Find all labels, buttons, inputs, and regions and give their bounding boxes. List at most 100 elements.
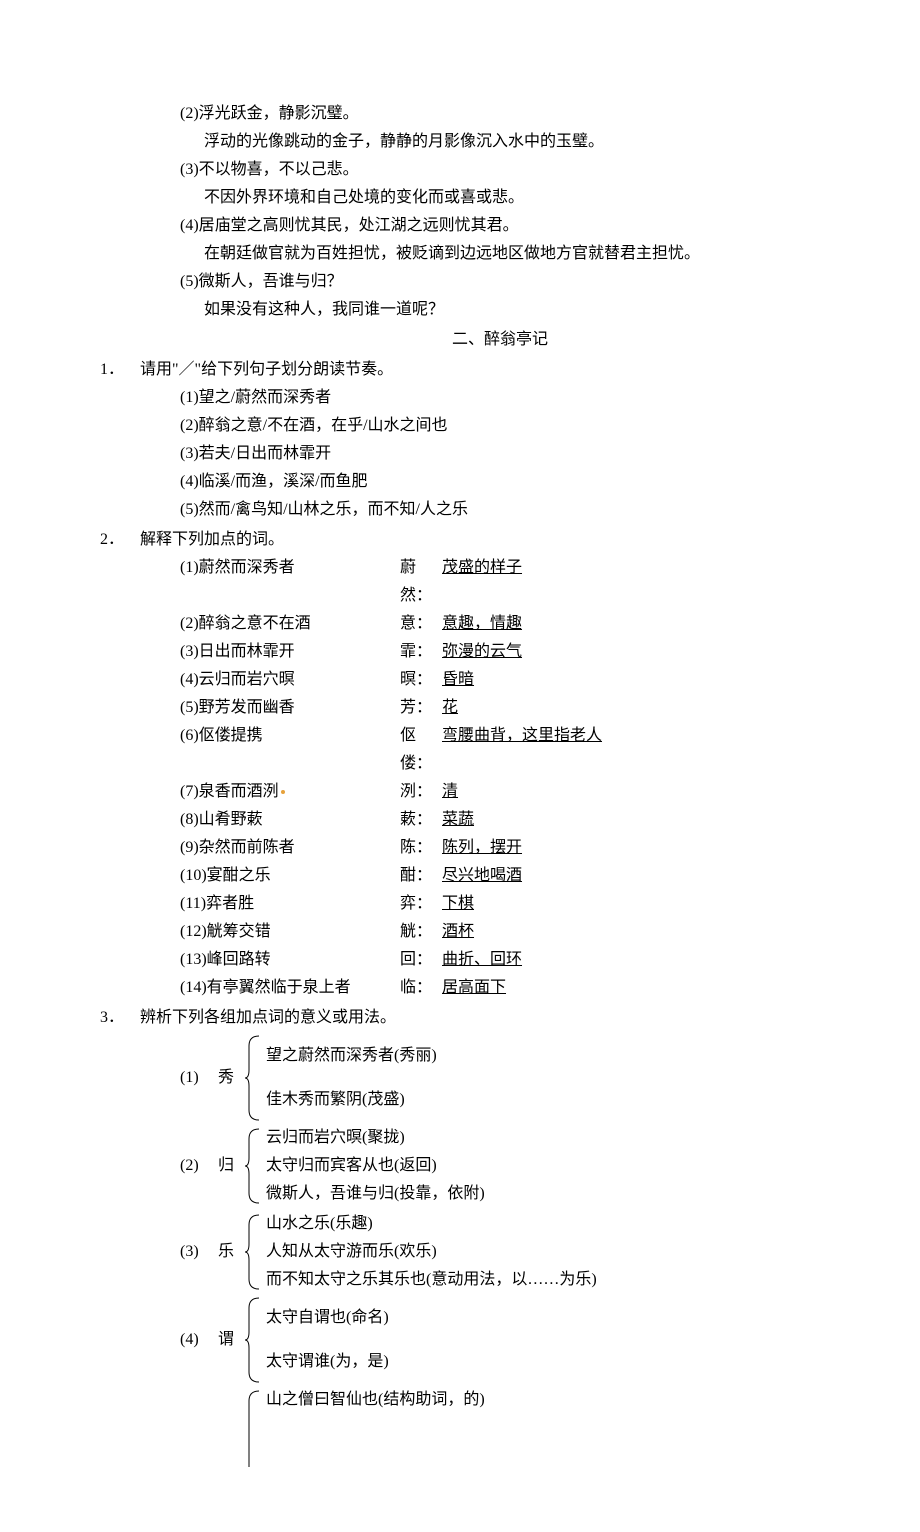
translation-text: 浮动的光像跳动的金子，静静的月影像沉入水中的玉璧。 — [140, 128, 860, 156]
keyword-label: 伛偻： — [400, 722, 442, 778]
group-number — [180, 1386, 214, 1470]
keyword-label: 觥： — [400, 918, 442, 946]
group-number: (4) — [180, 1296, 214, 1384]
analysis-group: 山之僧曰智仙也(结构助词，的) — [180, 1386, 860, 1470]
definition-value: 昏暗 — [442, 666, 860, 694]
term: (10)宴酣之乐 — [180, 862, 400, 890]
term: (6)伛偻提携 — [180, 722, 400, 750]
translation-item: (5)微斯人，吾谁与归？ — [140, 268, 860, 296]
keyword-label: 暝： — [400, 666, 442, 694]
analysis-group: (3)乐山水之乐(乐趣)人知从太守游而乐(欢乐)而不知太守之乐其乐也(意动用法，… — [180, 1210, 860, 1294]
keyword-label: 霏： — [400, 638, 442, 666]
definition-row: (8)山肴野蔌蔌：菜蔬 — [180, 806, 860, 834]
group-line: 佳木秀而繁阴(茂盛) — [266, 1086, 860, 1114]
term: (7)泉香而酒洌 — [180, 778, 400, 806]
definition-row: (3)日出而林霏开霏：弥漫的云气 — [180, 638, 860, 666]
term: (11)弈者胜 — [180, 890, 400, 918]
definition-value: 弥漫的云气 — [442, 638, 860, 666]
definition-row: (9)杂然而前陈者陈：陈列，摆开 — [180, 834, 860, 862]
brace — [242, 1296, 262, 1384]
list-item: (2)醉翁之意/不在酒，在乎/山水之间也 — [180, 412, 860, 440]
translation-item: (3)不以物喜，不以己悲。 — [140, 156, 860, 184]
definition-row: (13)峰回路转回：曲折、回环 — [180, 946, 860, 974]
definition-row: (7)泉香而酒洌洌：清 — [180, 778, 860, 806]
definition-value: 意趣，情趣 — [442, 610, 860, 638]
group-line: 太守自谓也(命名) — [266, 1304, 860, 1332]
question-number: 2． — [94, 526, 124, 554]
keyword-label: 临： — [400, 974, 442, 1002]
group-key: 乐 — [214, 1210, 242, 1294]
brace-icon — [243, 1034, 261, 1122]
group-key: 归 — [214, 1124, 242, 1208]
list-item: (3)若夫/日出而林霏开 — [180, 440, 860, 468]
definition-row: (2)醉翁之意不在酒意：意趣，情趣 — [180, 610, 860, 638]
group-lines: 望之蔚然而深秀者(秀丽) 佳木秀而繁阴(茂盛) — [262, 1034, 860, 1122]
q3-groups: (1)秀望之蔚然而深秀者(秀丽) 佳木秀而繁阴(茂盛) (2)归云归而岩穴暝(聚拢)… — [140, 1034, 860, 1470]
group-line: 太守谓谁(为，是) — [266, 1348, 860, 1376]
brace-icon — [243, 1213, 261, 1291]
question-stem: 请用"／"给下列句子划分朗读节奏。 — [140, 361, 393, 378]
brace-icon — [243, 1389, 261, 1467]
group-lines: 云归而岩穴暝(聚拢)太守归而宾客从也(返回)微斯人，吾谁与归(投靠，依附) — [262, 1124, 860, 1208]
group-line: 望之蔚然而深秀者(秀丽) — [266, 1042, 860, 1070]
list-item: (1)望之/蔚然而深秀者 — [180, 384, 860, 412]
definition-row: (10)宴酣之乐酣：尽兴地喝酒 — [180, 862, 860, 890]
term: (14)有亭翼然临于泉上者 — [180, 974, 400, 1002]
analysis-group: (2)归云归而岩穴暝(聚拢)太守归而宾客从也(返回)微斯人，吾谁与归(投靠，依附… — [180, 1124, 860, 1208]
keyword-label: 陈： — [400, 834, 442, 862]
term: (5)野芳发而幽香 — [180, 694, 400, 722]
group-number: (1) — [180, 1034, 214, 1122]
group-line: 微斯人，吾谁与归(投靠，依附) — [266, 1180, 860, 1208]
definition-row: (11)弈者胜弈：下棋 — [180, 890, 860, 918]
keyword-label: 蔚然： — [400, 554, 442, 610]
group-lines: 太守自谓也(命名) 太守谓谁(为，是) — [262, 1296, 860, 1384]
definition-value: 茂盛的样子 — [442, 554, 860, 582]
translation-text: 不因外界环境和自己处境的变化而或喜或悲。 — [140, 184, 860, 212]
definition-value: 菜蔬 — [442, 806, 860, 834]
keyword-label: 回： — [400, 946, 442, 974]
definition-row: (6)伛偻提携伛偻：弯腰曲背，这里指老人 — [180, 722, 860, 778]
q2-items: (1)蔚然而深秀者蔚然：茂盛的样子(2)醉翁之意不在酒意：意趣，情趣(3)日出而… — [140, 554, 860, 1002]
group-line: 云归而岩穴暝(聚拢) — [266, 1124, 860, 1152]
section-title: 二、醉翁亭记 — [140, 326, 860, 354]
brace — [242, 1124, 262, 1208]
question-1: 1．请用"／"给下列句子划分朗读节奏。 (1)望之/蔚然而深秀者(2)醉翁之意/… — [140, 356, 860, 524]
keyword-label: 洌： — [400, 778, 442, 806]
highlight-dot-icon — [281, 790, 285, 794]
group-line: 山之僧曰智仙也(结构助词，的) — [266, 1386, 860, 1414]
group-number: (3) — [180, 1210, 214, 1294]
definition-row: (5)野芳发而幽香芳：花 — [180, 694, 860, 722]
keyword-label: 蔌： — [400, 806, 442, 834]
group-key: 秀 — [214, 1034, 242, 1122]
keyword-label: 弈： — [400, 890, 442, 918]
definition-row: (4)云归而岩穴暝暝：昏暗 — [180, 666, 860, 694]
definition-value: 花 — [442, 694, 860, 722]
q1-items: (1)望之/蔚然而深秀者(2)醉翁之意/不在酒，在乎/山水之间也(3)若夫/日出… — [140, 384, 860, 524]
group-line — [266, 1442, 860, 1470]
brace-icon — [243, 1296, 261, 1384]
question-2: 2．解释下列加点的词。 (1)蔚然而深秀者蔚然：茂盛的样子(2)醉翁之意不在酒意… — [140, 526, 860, 1002]
term: (4)云归而岩穴暝 — [180, 666, 400, 694]
translation-list: (2)浮光跃金，静影沉璧。浮动的光像跳动的金子，静静的月影像沉入水中的玉璧。(3… — [140, 100, 860, 324]
question-stem: 辨析下列各组加点词的意义或用法。 — [140, 1009, 396, 1026]
group-key: 谓 — [214, 1296, 242, 1384]
translation-text: 如果没有这种人，我同谁一道呢？ — [140, 296, 860, 324]
definition-value: 尽兴地喝酒 — [442, 862, 860, 890]
group-line: 太守归而宾客从也(返回) — [266, 1152, 860, 1180]
translation-text: 在朝廷做官就为百姓担忧，被贬谪到边远地区做地方官就替君主担忧。 — [140, 240, 860, 268]
brace — [242, 1386, 262, 1470]
analysis-group: (4)谓太守自谓也(命名) 太守谓谁(为，是) — [180, 1296, 860, 1384]
definition-value: 下棋 — [442, 890, 860, 918]
group-lines: 山水之乐(乐趣)人知从太守游而乐(欢乐)而不知太守之乐其乐也(意动用法，以……为… — [262, 1210, 860, 1294]
question-number: 3． — [94, 1004, 124, 1032]
definition-value: 居高面下 — [442, 974, 860, 1002]
definition-value: 弯腰曲背，这里指老人 — [442, 722, 860, 750]
analysis-group: (1)秀望之蔚然而深秀者(秀丽) 佳木秀而繁阴(茂盛) — [180, 1034, 860, 1122]
definition-value: 曲折、回环 — [442, 946, 860, 974]
group-line: 人知从太守游而乐(欢乐) — [266, 1238, 860, 1266]
term: (8)山肴野蔌 — [180, 806, 400, 834]
definition-value: 酒杯 — [442, 918, 860, 946]
keyword-label: 芳： — [400, 694, 442, 722]
definition-row: (14)有亭翼然临于泉上者临：居高面下 — [180, 974, 860, 1002]
brace — [242, 1034, 262, 1122]
